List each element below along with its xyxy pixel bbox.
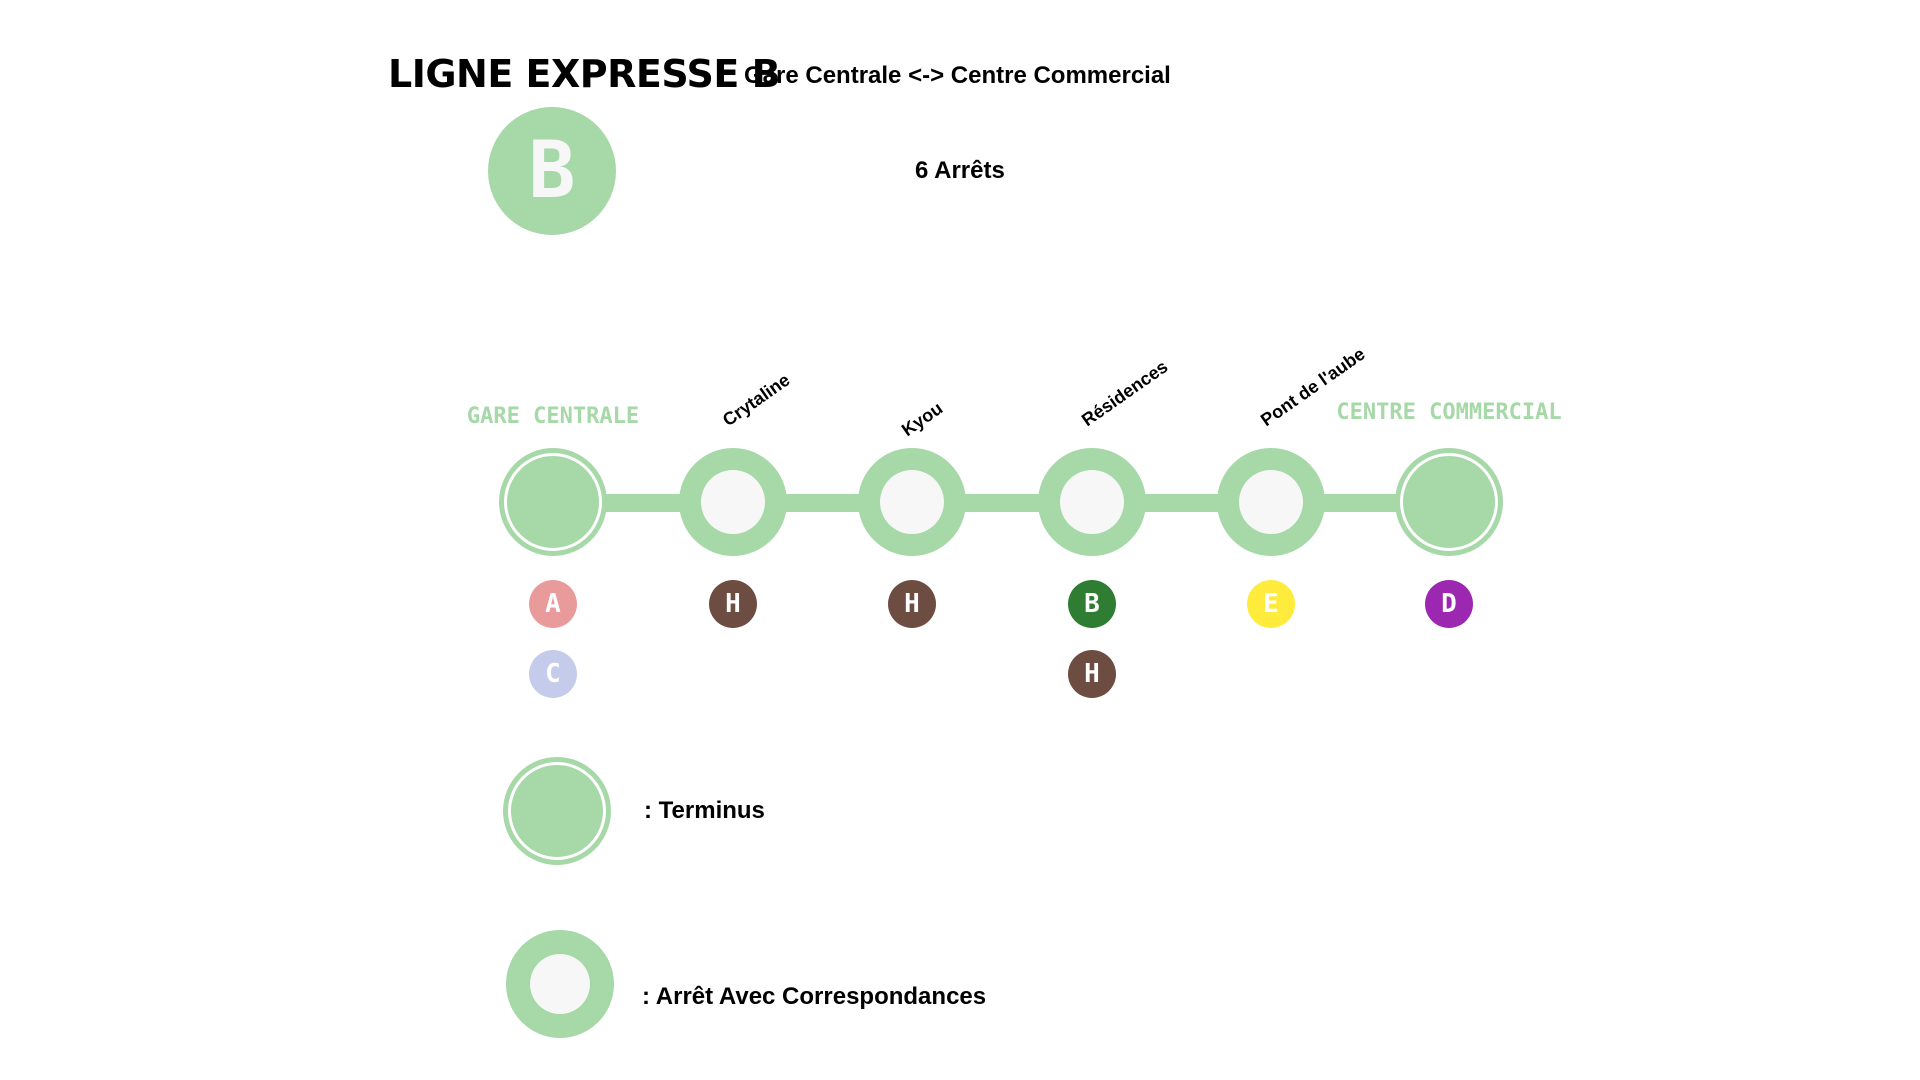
- station-stop: [1038, 448, 1146, 556]
- connection-badge: B: [1068, 580, 1116, 628]
- route-subtitle: Gare Centrale <-> Centre Commercial: [744, 62, 1171, 89]
- station-stop: [858, 448, 966, 556]
- stops-count: 6 Arrêts: [915, 157, 1005, 184]
- connection-badge: H: [1068, 650, 1116, 698]
- station-stop: [1395, 448, 1503, 556]
- terminus-label: CENTRE COMMERCIAL: [1336, 400, 1562, 425]
- connection-badge: D: [1425, 580, 1473, 628]
- legend-correspondance-label: : Arrêt Avec Correspondances: [642, 983, 987, 1010]
- station-stop: [679, 448, 787, 556]
- station-stop: [1217, 448, 1325, 556]
- station-label: Kyou: [897, 397, 947, 441]
- terminus-label: GARE CENTRALE: [466, 404, 640, 429]
- connection-badge: C: [529, 650, 577, 698]
- station-stop: [499, 448, 607, 556]
- line-badge: B: [488, 107, 616, 235]
- legend-terminus-symbol: [503, 757, 611, 865]
- station-label: Crytaline: [718, 369, 794, 431]
- station-label: Résidences: [1077, 356, 1172, 431]
- legend-terminus-label: : Terminus: [644, 797, 765, 824]
- connection-badge: A: [529, 580, 577, 628]
- connection-badge: H: [709, 580, 757, 628]
- legend-correspondance-symbol: [506, 930, 614, 1038]
- connection-badge: H: [888, 580, 936, 628]
- line-title: LIGNE EXPRESSE B: [388, 52, 781, 96]
- connection-badge: E: [1247, 580, 1295, 628]
